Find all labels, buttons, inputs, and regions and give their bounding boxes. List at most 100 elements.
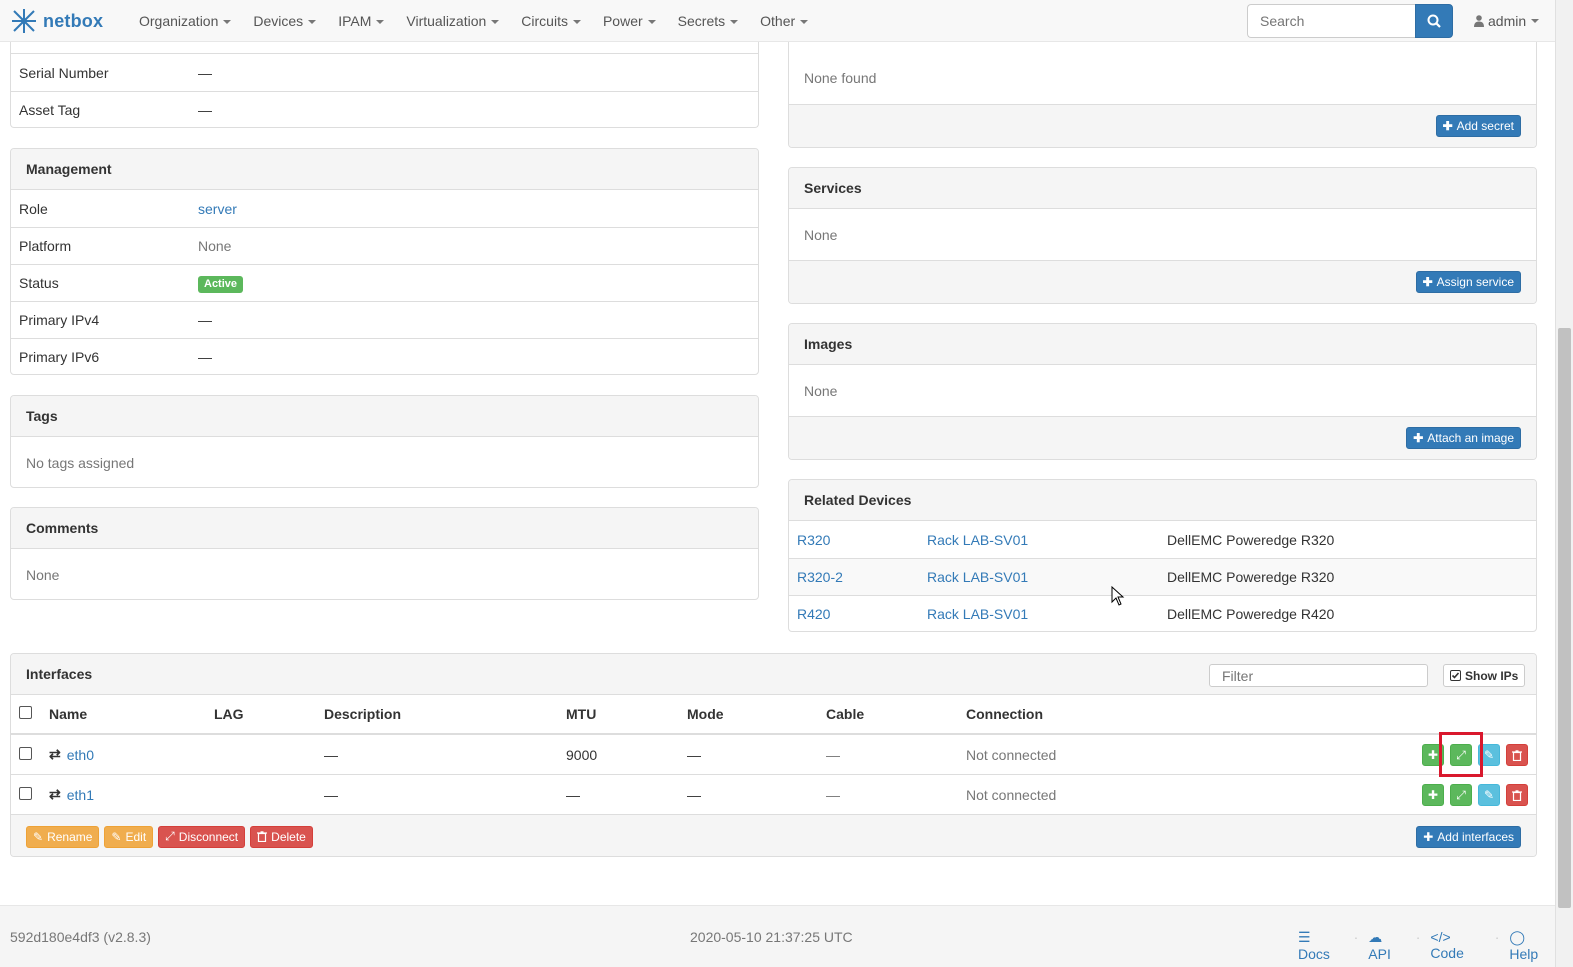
button-label: Disconnect (178, 829, 239, 844)
plus-icon: ✚ (1427, 748, 1439, 762)
interfaces-footer: ✎ Rename ✎ Edit ⤢ Disconnect Delete ✚ Add i… (11, 815, 1536, 856)
show-ips-button[interactable]: Show IPs (1443, 664, 1526, 687)
checkbox-checked-icon (1450, 670, 1461, 681)
nav-label: Secrets (677, 13, 726, 29)
device-link[interactable]: R320-2 (797, 569, 843, 585)
nav-other[interactable]: Other (749, 0, 819, 42)
link-label: Help (1509, 946, 1539, 962)
add-ip-button[interactable]: ✚ (1422, 744, 1444, 766)
add-interfaces-button[interactable]: ✚ Add interfaces (1416, 825, 1521, 848)
delete-interface-button[interactable] (1506, 784, 1528, 806)
interface-link[interactable]: eth1 (67, 787, 94, 803)
interface-type-icon: ⇄ (49, 746, 61, 762)
delete-button[interactable]: Delete (250, 825, 313, 848)
primary-ipv6-label: Primary IPv6 (19, 349, 100, 365)
panel-title: Management (11, 149, 758, 190)
scrollbar-thumb[interactable] (1558, 328, 1571, 908)
nav-label: IPAM (338, 13, 372, 29)
row-checkbox[interactable] (19, 746, 32, 760)
primary-ipv6-value: — (198, 349, 212, 365)
column-header: Description (324, 706, 402, 722)
device-link[interactable]: R420 (797, 606, 830, 622)
search-button[interactable] (1415, 4, 1453, 38)
nav-secrets[interactable]: Secrets (667, 0, 749, 42)
nav-power[interactable]: Power (592, 0, 667, 42)
connect-icon: ⤢ (1456, 787, 1466, 802)
interface-link[interactable]: eth0 (67, 747, 94, 763)
nav-label: Devices (253, 13, 304, 29)
user-menu[interactable]: admin (1474, 0, 1540, 42)
device-type: DellEMC Poweredge R320 (1167, 569, 1335, 585)
code-link[interactable]: </> Code (1430, 929, 1484, 962)
primary-ipv4-value: — (198, 312, 212, 328)
delete-interface-button[interactable] (1506, 744, 1528, 766)
cable-cell: — (826, 786, 840, 803)
nav-devices[interactable]: Devices (242, 0, 327, 42)
row-actions: ✚ ⤢ ✎ (1422, 784, 1528, 806)
edit-interface-button[interactable]: ✎ (1478, 744, 1500, 766)
role-link[interactable]: server (198, 201, 237, 217)
button-label: Attach an image (1427, 431, 1514, 445)
docs-link[interactable]: ☰ Docs (1298, 929, 1344, 962)
select-all-checkbox[interactable] (19, 706, 32, 719)
edit-interface-button[interactable]: ✎ (1478, 784, 1500, 806)
separator: · (1353, 929, 1359, 945)
column-header: Mode (687, 706, 724, 722)
nav-circuits[interactable]: Circuits (510, 0, 592, 42)
caret-down-icon (223, 20, 232, 25)
add-ip-button[interactable]: ✚ (1422, 784, 1444, 806)
api-link[interactable]: ☁ API (1368, 929, 1405, 962)
caret-down-icon (800, 20, 809, 25)
link-label: API (1368, 946, 1391, 962)
platform-value: None (198, 238, 232, 254)
separator: · (1494, 929, 1500, 945)
rack-link[interactable]: Rack LAB-SV01 (927, 532, 1028, 548)
rename-button[interactable]: ✎ Rename (26, 825, 100, 848)
row-checkbox[interactable] (19, 786, 32, 800)
table-row: R420 Rack LAB-SV01 DellEMC Poweredge R42… (789, 595, 1536, 631)
timestamp-text: 2020-05-10 21:37:25 UTC (690, 929, 853, 945)
rack-link[interactable]: Rack LAB-SV01 (927, 569, 1028, 585)
trash-icon (1512, 789, 1522, 801)
caret-down-icon (491, 20, 500, 25)
help-link[interactable]: ◯ Help (1509, 929, 1555, 962)
nav-label: Other (760, 13, 796, 29)
status-badge: Active (198, 275, 244, 293)
panel-title: Tags (11, 396, 758, 437)
disconnect-button[interactable]: ⤢ Disconnect (158, 825, 246, 848)
nav-organization[interactable]: Organization (128, 0, 242, 42)
nav-label: Virtualization (406, 13, 487, 29)
nav-virtualization[interactable]: Virtualization (395, 0, 510, 42)
assign-service-button[interactable]: ✚ Assign service (1415, 271, 1521, 293)
rack-link[interactable]: Rack LAB-SV01 (927, 606, 1028, 622)
connect-cable-button[interactable]: ⤢ (1450, 784, 1472, 806)
interfaces-table-header: Name LAG Description MTU Mode Cable Conn… (11, 695, 1536, 735)
brand-logo[interactable]: netbox (10, 6, 103, 36)
mode-cell: — (687, 786, 701, 803)
search-input[interactable] (1247, 4, 1417, 38)
trash-icon (257, 831, 268, 842)
services-footer: ✚ Assign service (789, 260, 1536, 303)
device-link[interactable]: R320 (797, 532, 830, 548)
related-devices-panel: Related Devices R320 Rack LAB-SV01 DellE… (788, 479, 1537, 632)
filter-input[interactable] (1209, 664, 1428, 687)
link-label: Code (1430, 945, 1464, 961)
connect-icon: ⤢ (1456, 747, 1466, 762)
button-label: Assign service (1436, 275, 1514, 289)
table-row: ⇄ eth0 — 9000 — — Not connected ✚ ⤢ ✎ (11, 735, 1536, 775)
asset-tag-label: Asset Tag (19, 102, 81, 118)
mtu-cell: 9000 (566, 746, 598, 763)
add-secret-button[interactable]: ✚ Add secret (1435, 115, 1521, 137)
primary-ipv4-label: Primary IPv4 (19, 312, 100, 328)
user-icon (1474, 15, 1484, 27)
scrollbar[interactable] (1555, 0, 1573, 967)
link-label: Docs (1298, 946, 1330, 962)
nav-ipam[interactable]: IPAM (327, 0, 395, 42)
attach-image-button[interactable]: ✚ Attach an image (1406, 427, 1521, 449)
images-panel: Images None ✚ Attach an image (788, 323, 1537, 460)
secrets-panel: None found ✚ Add secret (788, 42, 1537, 148)
button-label: Delete (271, 829, 306, 844)
edit-button[interactable]: ✎ Edit (104, 825, 154, 848)
row-actions: ✚ ⤢ ✎ (1422, 744, 1528, 766)
connect-cable-button[interactable]: ⤢ (1450, 744, 1472, 766)
